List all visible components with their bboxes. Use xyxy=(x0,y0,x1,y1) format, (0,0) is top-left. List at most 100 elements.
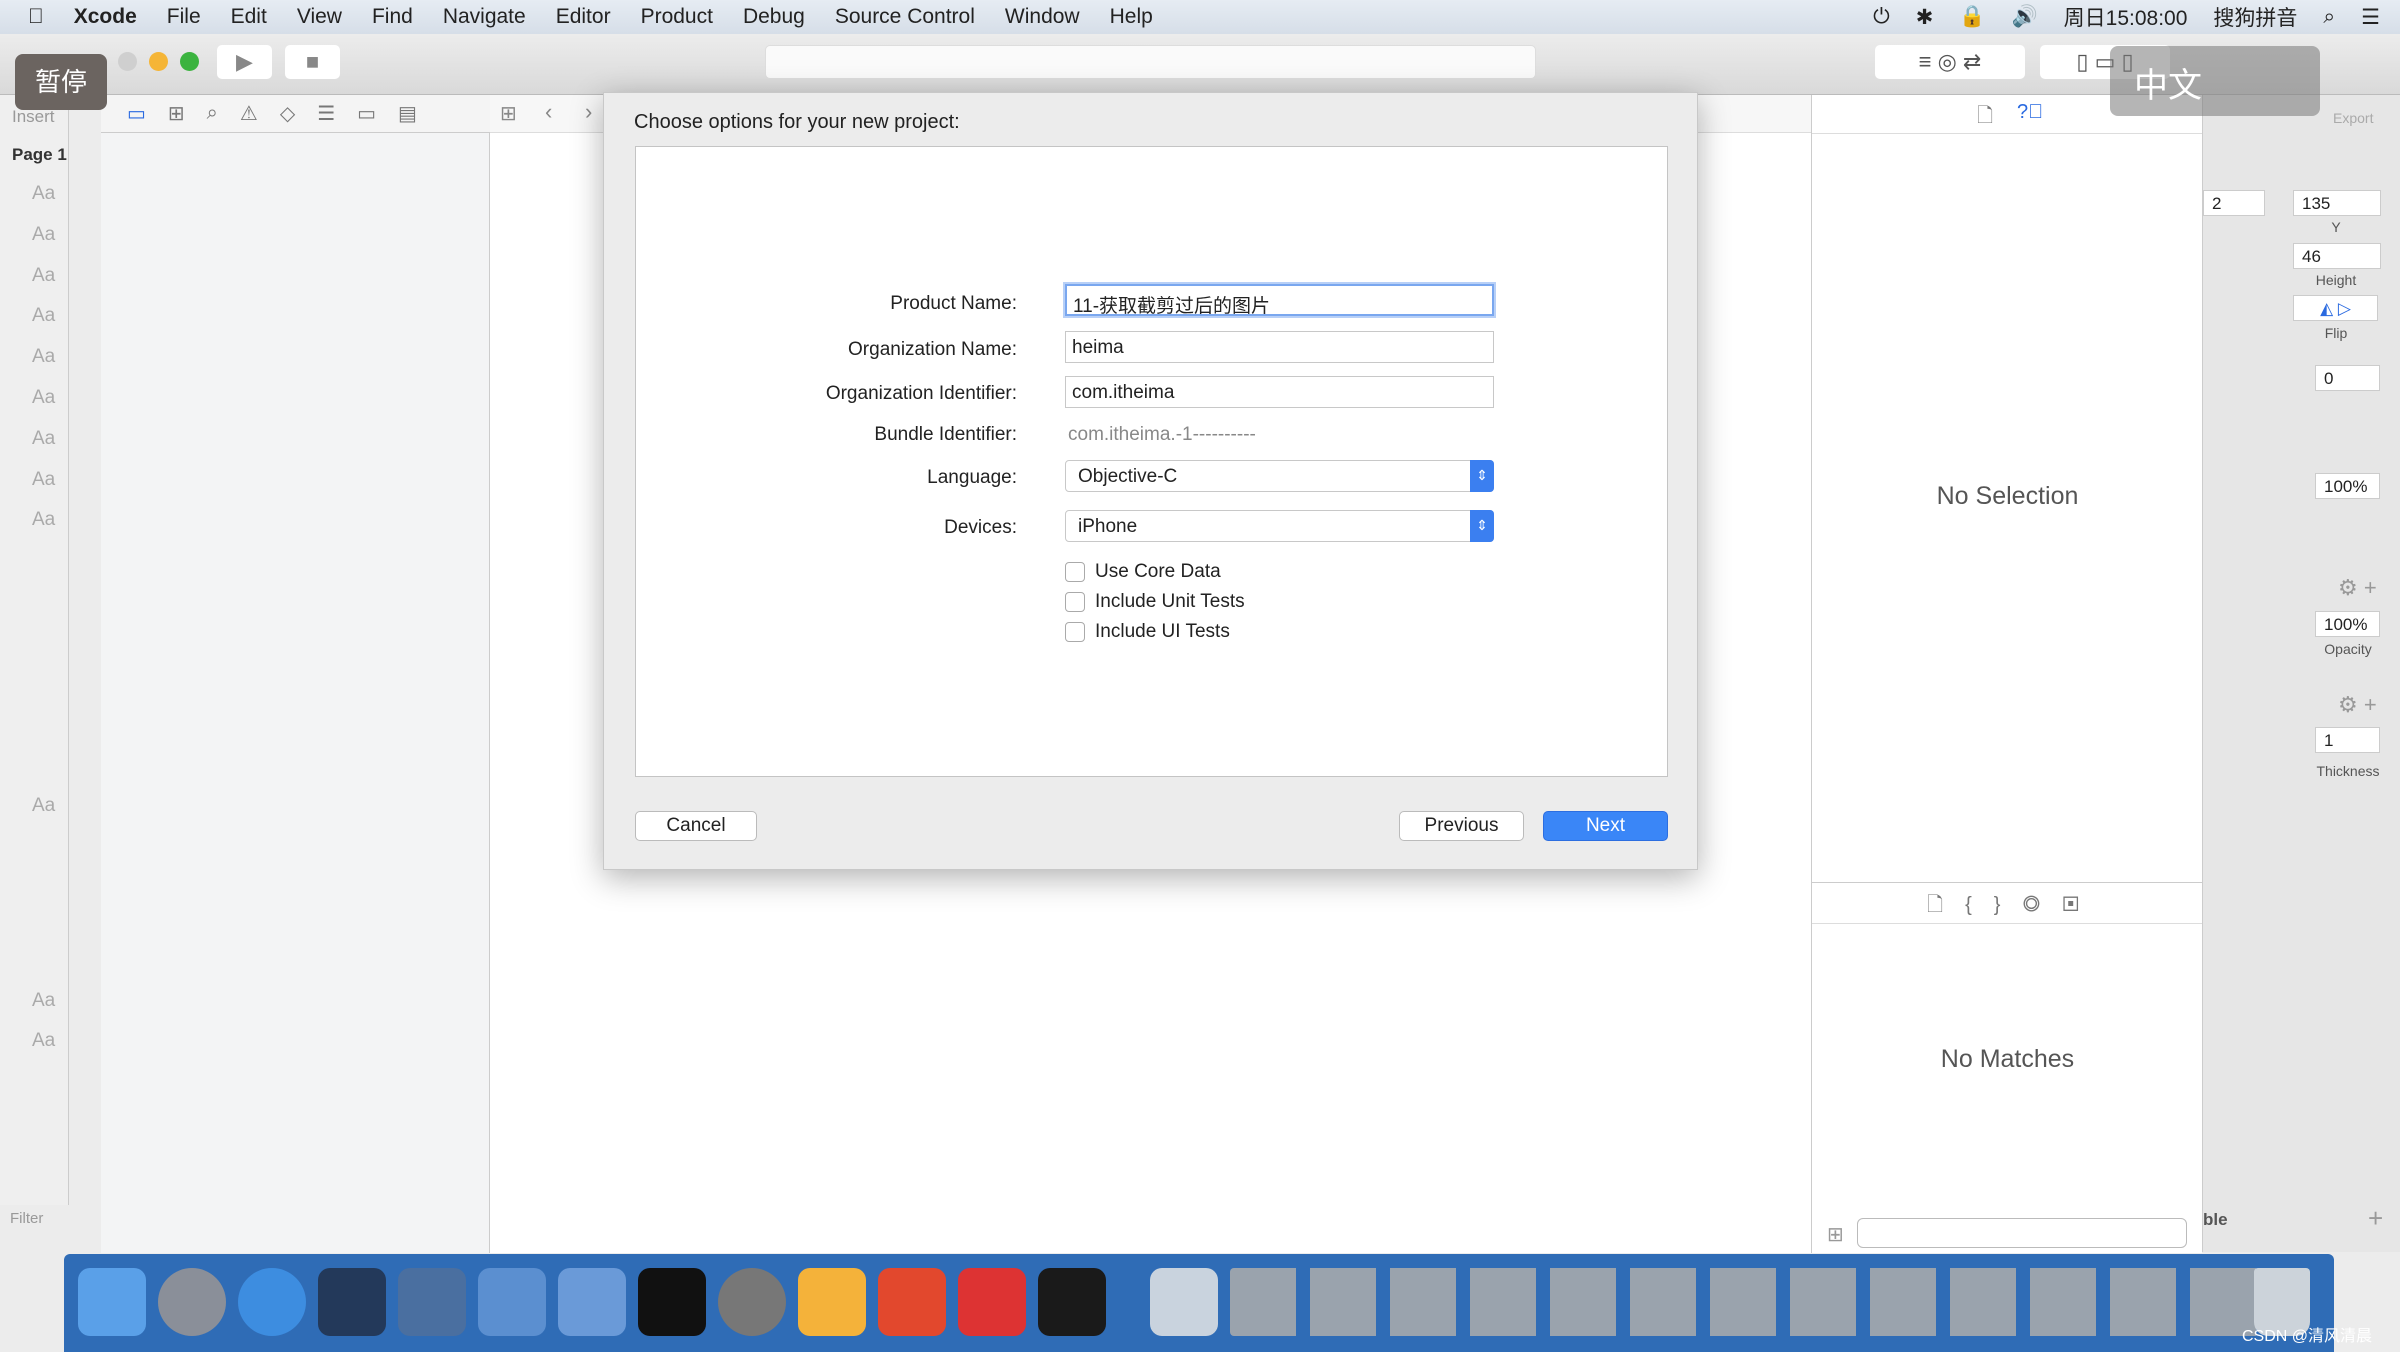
menu-edit[interactable]: Edit xyxy=(231,5,267,29)
quicktime-icon[interactable] xyxy=(1150,1268,1218,1336)
text-layer[interactable]: Aa xyxy=(32,265,55,287)
org-id-field[interactable]: com.itheima xyxy=(1065,376,1494,408)
report-icon[interactable]: ▤ xyxy=(398,101,417,126)
add-border-icon[interactable]: ⚙ + xyxy=(2338,692,2377,718)
zoom-button[interactable] xyxy=(180,52,199,71)
mouse-app-icon[interactable] xyxy=(318,1268,386,1336)
y-field[interactable]: 135 xyxy=(2293,190,2381,216)
page-label[interactable]: Page 1 xyxy=(12,145,67,165)
opacity-field[interactable]: 100% xyxy=(2315,611,2380,637)
clock[interactable]: 周日15:08:00 xyxy=(2064,2,2188,32)
use-core-data-checkbox[interactable]: Use Core Data xyxy=(1065,561,1221,583)
test-icon[interactable]: ◇ xyxy=(280,101,295,126)
text-layer[interactable]: Aa xyxy=(32,990,55,1012)
menu-file[interactable]: File xyxy=(167,5,201,29)
folder-icon[interactable]: ▭ xyxy=(127,101,146,126)
menu-debug[interactable]: Debug xyxy=(743,5,805,29)
flip-buttons[interactable]: ◭ ▷ xyxy=(2293,295,2378,321)
insert-label[interactable]: Insert xyxy=(12,107,55,127)
editor-mode-buttons[interactable]: ≡ ◎ ⇄ xyxy=(1875,45,2025,79)
library-tabs[interactable]: 🗋{}◎▣ xyxy=(1927,890,2101,924)
checkbox-box[interactable] xyxy=(1065,622,1085,642)
x-field[interactable]: 2 xyxy=(2203,190,2265,216)
system-preferences-icon[interactable] xyxy=(718,1268,786,1336)
menu-editor[interactable]: Editor xyxy=(556,5,611,29)
product-name-field[interactable]: 11-获取截剪过后的图片 xyxy=(1065,284,1494,317)
devices-select[interactable]: iPhone ⇕ xyxy=(1065,510,1494,542)
add-icon[interactable]: + xyxy=(2368,1203,2383,1234)
height-field[interactable]: 46 xyxy=(2293,243,2381,269)
org-name-label: Organization Name: xyxy=(848,339,1017,360)
menu-navigate[interactable]: Navigate xyxy=(443,5,526,29)
menu-app[interactable]: Xcode xyxy=(74,5,137,29)
library-filter-input[interactable] xyxy=(1857,1218,2187,1248)
volume-icon[interactable]: 🔊 xyxy=(2012,5,2038,29)
forward-icon[interactable]: › xyxy=(585,99,592,125)
grid-view-icon[interactable]: ⊞ xyxy=(1827,1222,1844,1247)
warning-icon[interactable]: ⚠ xyxy=(240,101,258,126)
bluetooth-icon[interactable]: ✱ xyxy=(1916,5,1934,30)
text-layer[interactable]: Aa xyxy=(32,224,55,246)
file-icon[interactable]: 🗋 xyxy=(1977,101,1993,135)
text-layer[interactable]: Aa xyxy=(32,1030,55,1052)
org-name-field[interactable]: heima xyxy=(1065,331,1494,363)
next-button[interactable]: Next xyxy=(1543,811,1668,841)
include-unit-tests-checkbox[interactable]: Include Unit Tests xyxy=(1065,591,1245,613)
power-icon[interactable]: ⏻ xyxy=(1873,5,1890,29)
console-icon[interactable] xyxy=(1038,1268,1106,1336)
stop-button[interactable]: ■ xyxy=(285,45,340,79)
text-layer[interactable]: Aa xyxy=(32,387,55,409)
checkbox-box[interactable] xyxy=(1065,592,1085,612)
minimize-button[interactable] xyxy=(149,52,168,71)
close-button[interactable] xyxy=(118,52,137,71)
language-select[interactable]: Objective-C ⇕ xyxy=(1065,460,1494,492)
filter-input[interactable]: Filter xyxy=(10,1210,43,1227)
export-button[interactable]: Export xyxy=(2333,110,2373,126)
hierarchy-icon[interactable]: ⊞ xyxy=(168,101,185,126)
menu-product[interactable]: Product xyxy=(641,5,713,29)
input-method[interactable]: 搜狗拼音 xyxy=(2213,2,2297,32)
minimized-windows[interactable] xyxy=(1230,1268,2270,1336)
breakpoint-icon[interactable]: ▭ xyxy=(357,101,376,126)
menu-help[interactable]: Help xyxy=(1110,5,1153,29)
keynote-icon[interactable] xyxy=(398,1268,466,1336)
powerpoint-icon[interactable] xyxy=(878,1268,946,1336)
checkbox-box[interactable] xyxy=(1065,562,1085,582)
rotation-field[interactable]: 0 xyxy=(2315,365,2380,391)
safari-icon[interactable] xyxy=(238,1268,306,1336)
search-icon[interactable]: ⌕ xyxy=(207,102,218,125)
sketch-icon[interactable] xyxy=(798,1268,866,1336)
menu-view[interactable]: View xyxy=(297,5,342,29)
search-icon[interactable]: ⌕ xyxy=(2323,5,2335,29)
menu-source-control[interactable]: Source Control xyxy=(835,5,975,29)
text-layer[interactable]: Aa xyxy=(32,509,55,531)
text-layer[interactable]: Aa xyxy=(32,795,55,817)
terminal-icon[interactable] xyxy=(638,1268,706,1336)
launchpad-icon[interactable] xyxy=(158,1268,226,1336)
run-button[interactable]: ▶ xyxy=(217,45,272,79)
lock-icon[interactable]: 🔒 xyxy=(1959,5,1985,29)
grid-icon[interactable]: ⊞ xyxy=(500,101,517,126)
text-layer[interactable]: Aa xyxy=(32,305,55,327)
radius-field[interactable]: 100% xyxy=(2315,473,2380,499)
instruments-icon[interactable] xyxy=(558,1268,626,1336)
back-icon[interactable]: ‹ xyxy=(545,99,552,125)
add-fill-icon[interactable]: ⚙ + xyxy=(2338,575,2377,601)
parallels-icon[interactable] xyxy=(958,1268,1026,1336)
previous-button[interactable]: Previous xyxy=(1399,811,1524,841)
text-layer[interactable]: Aa xyxy=(32,428,55,450)
menu-find[interactable]: Find xyxy=(372,5,413,29)
xcode-icon[interactable] xyxy=(478,1268,546,1336)
text-layer[interactable]: Aa xyxy=(32,469,55,491)
menu-window[interactable]: Window xyxy=(1005,5,1080,29)
include-ui-tests-checkbox[interactable]: Include UI Tests xyxy=(1065,621,1230,643)
help-icon[interactable]: ?⃝ xyxy=(2017,101,2043,124)
list-icon[interactable]: ☰ xyxy=(2361,5,2380,30)
debug-icon[interactable]: ☰ xyxy=(317,101,335,126)
thickness-field[interactable]: 1 xyxy=(2315,727,2380,753)
finder-icon[interactable] xyxy=(78,1268,146,1336)
text-layer[interactable]: Aa xyxy=(32,346,55,368)
cancel-button[interactable]: Cancel xyxy=(635,811,757,841)
text-layer[interactable]: Aa xyxy=(32,183,55,205)
apple-icon[interactable]:  xyxy=(28,5,44,29)
